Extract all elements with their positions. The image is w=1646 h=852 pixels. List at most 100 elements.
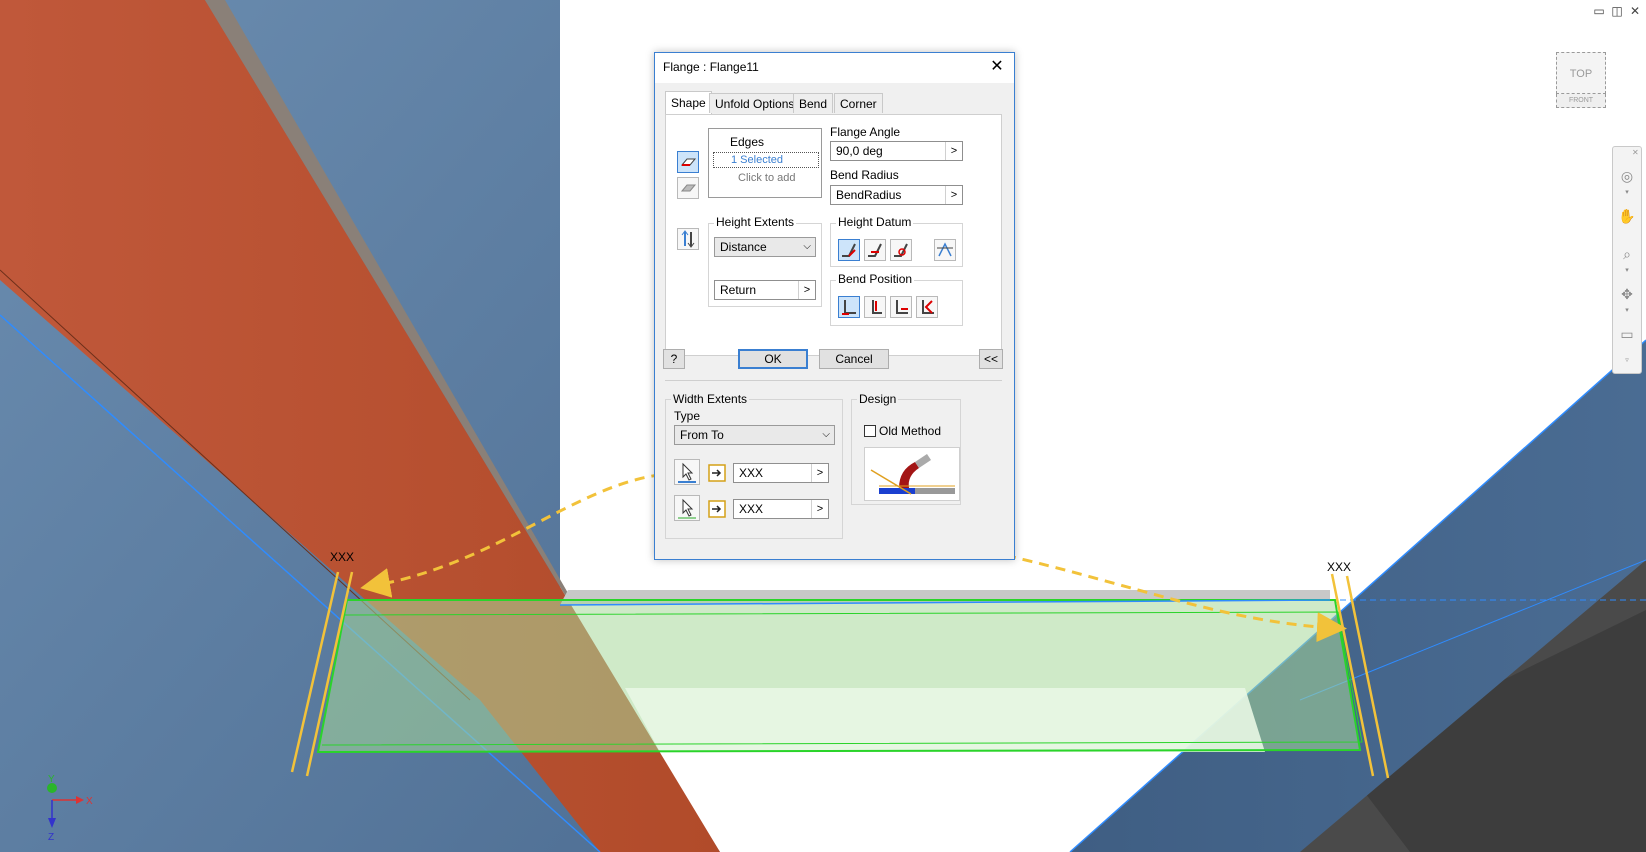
view-cube-top-face[interactable]: TOP: [1556, 52, 1606, 94]
edges-selected-row[interactable]: 1 Selected: [713, 152, 819, 168]
to-select-button[interactable]: [674, 495, 700, 521]
bend-from-face-icon: [896, 300, 908, 314]
bend-outside-icon: [872, 300, 882, 314]
loop-select-icon: [680, 184, 697, 192]
pan-hand-icon[interactable]: ✋: [1616, 205, 1638, 227]
width-type-select[interactable]: From To ⌵: [674, 425, 835, 445]
edges-listbox[interactable]: Edges 1 Selected Click to add: [708, 128, 822, 198]
axis-x-label: X: [86, 796, 93, 807]
orbit-icon[interactable]: ✥: [1616, 283, 1638, 305]
to-value: XXX: [739, 502, 764, 516]
height-extents-type-select[interactable]: Distance ⌵: [714, 237, 816, 257]
bend-radius-arrow-icon[interactable]: >: [945, 186, 962, 204]
chevron-down-icon: ⌵: [803, 241, 811, 252]
flange-angle-field[interactable]: 90,0 deg >: [830, 141, 963, 161]
edges-selected-label: 1 Selected: [731, 154, 783, 166]
restore-button[interactable]: ◫: [1610, 4, 1624, 18]
width-type-label: Type: [674, 409, 701, 423]
from-arrow-icon[interactable]: >: [811, 464, 828, 482]
flange-angle-value: 90,0 deg: [836, 144, 883, 158]
shape-tab-panel: Edges 1 Selected Click to add Flange Ang…: [665, 114, 1002, 356]
chevron-down-icon: ⌵: [822, 429, 830, 440]
chevron-down-icon[interactable]: ▾: [1622, 189, 1632, 197]
view-cube-front-face[interactable]: FRONT: [1556, 94, 1606, 108]
to-value-field[interactable]: XXX >: [733, 499, 829, 519]
ok-button[interactable]: OK: [738, 349, 808, 369]
datum-inner-icon: [868, 243, 882, 257]
flange-angle-label: Flange Angle: [830, 125, 901, 139]
datum-inner-button[interactable]: [864, 239, 886, 261]
customize-chevron-icon[interactable]: ▿: [1622, 357, 1632, 365]
axis-z-label: Z: [48, 832, 54, 843]
bend-inside-button[interactable]: [838, 296, 860, 318]
close-window-button[interactable]: ✕: [1628, 4, 1642, 18]
loop-select-button[interactable]: [677, 177, 699, 199]
cursor-select-icon: [678, 462, 696, 483]
old-method-checkbox[interactable]: [864, 425, 876, 437]
design-label: Design: [857, 392, 899, 406]
design-preview-image: [864, 447, 960, 501]
flange-angle-arrow-icon[interactable]: >: [945, 142, 962, 160]
bend-tangent-icon: [922, 300, 934, 314]
datum-tangent-icon: [894, 243, 908, 257]
flange-design-illustration-icon: [870, 454, 955, 495]
tab-shape[interactable]: Shape: [665, 91, 712, 115]
dialog-separator: [665, 380, 1002, 381]
height-distance-value: Return: [720, 283, 757, 297]
view-cube[interactable]: TOP FRONT: [1554, 52, 1610, 118]
dialog-title: Flange : Flange11: [663, 60, 759, 74]
flip-direction-icon: [681, 230, 695, 248]
bend-radius-field[interactable]: BendRadius >: [830, 185, 963, 205]
height-extents-type-value: Distance: [720, 240, 767, 254]
from-value: XXX: [739, 466, 764, 480]
collapse-button[interactable]: <<: [979, 349, 1003, 369]
flip-direction-button[interactable]: [677, 228, 699, 250]
dialog-close-button[interactable]: ✕: [986, 56, 1008, 78]
chevron-down-icon[interactable]: ▾: [1622, 307, 1632, 315]
from-value-field[interactable]: XXX >: [733, 463, 829, 483]
dialog-titlebar[interactable]: Flange : Flange11 ✕: [655, 53, 1014, 83]
bend-tangent-button[interactable]: [916, 296, 938, 318]
height-datum-label: Height Datum: [836, 215, 914, 229]
datum-aligned-button[interactable]: [934, 239, 956, 261]
tab-bend[interactable]: Bend: [793, 93, 834, 113]
height-extents-label: Height Extents: [714, 215, 797, 229]
cursor-select-icon: [678, 498, 696, 519]
flange-dialog: Flange : Flange11 ✕ Shape Unfold Options…: [654, 52, 1015, 560]
old-method-label: Old Method: [879, 424, 942, 438]
navigation-bar: ✕ ◎ ▾ ✋ ⌕ ▾ ✥ ▾ ▭ ▿: [1612, 146, 1642, 374]
bend-position-label: Bend Position: [836, 272, 915, 286]
bend-inside-icon: [842, 300, 856, 315]
datum-aligned-icon: [937, 242, 953, 257]
steering-wheel-icon[interactable]: ◎: [1616, 165, 1638, 187]
datum-outer-button[interactable]: [838, 239, 860, 261]
edge-select-icon: [680, 158, 697, 166]
right-marker-label: XXX: [1327, 560, 1351, 574]
from-select-button[interactable]: [674, 459, 700, 485]
bend-radius-label: Bend Radius: [830, 168, 899, 182]
help-icon: ?: [670, 352, 678, 366]
datum-tangent-button[interactable]: [890, 239, 912, 261]
edge-select-button[interactable]: [677, 151, 699, 173]
bend-radius-value: BendRadius: [836, 188, 902, 202]
minimize-button[interactable]: ▭: [1592, 4, 1606, 18]
look-at-icon[interactable]: ▭: [1616, 323, 1638, 345]
from-plane-icon: [707, 463, 727, 483]
to-plane-icon: [707, 499, 727, 519]
left-marker-label: XXX: [330, 550, 354, 564]
axis-y-label: Y: [48, 774, 55, 785]
navbar-close-icon[interactable]: ✕: [1632, 148, 1639, 157]
chevron-down-icon[interactable]: ▾: [1622, 267, 1632, 275]
help-button[interactable]: ?: [663, 349, 685, 369]
tab-unfold-options[interactable]: Unfold Options: [709, 93, 801, 113]
zoom-icon[interactable]: ⌕: [1616, 243, 1638, 265]
cancel-button[interactable]: Cancel: [819, 349, 889, 369]
tab-corner[interactable]: Corner: [834, 93, 883, 113]
bend-outside-button[interactable]: [864, 296, 886, 318]
width-type-value: From To: [680, 428, 724, 442]
height-distance-arrow-icon[interactable]: >: [798, 281, 815, 299]
edges-click-to-add[interactable]: Click to add: [738, 172, 795, 184]
to-arrow-icon[interactable]: >: [811, 500, 828, 518]
height-distance-field[interactable]: Return >: [714, 280, 816, 300]
bend-from-face-button[interactable]: [890, 296, 912, 318]
